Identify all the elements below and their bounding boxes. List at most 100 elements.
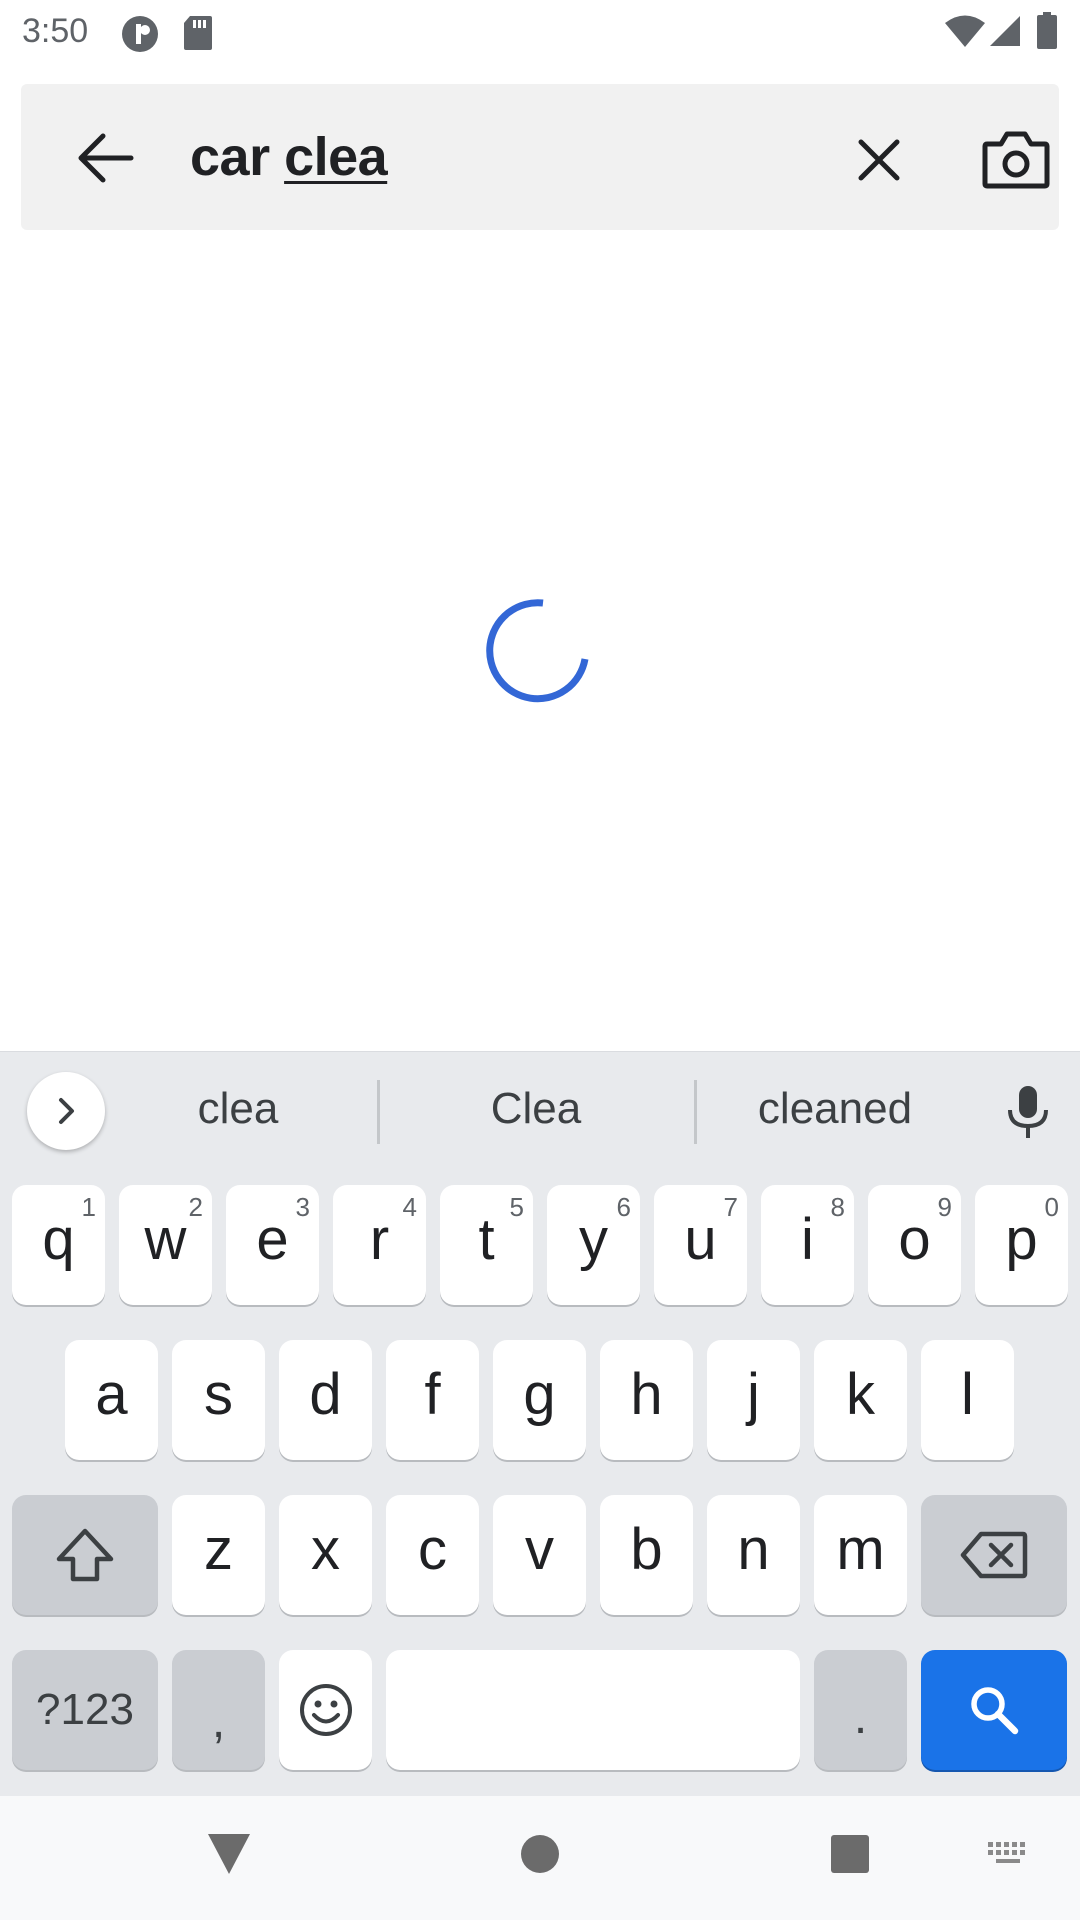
symbols-key[interactable]: ?123 — [12, 1650, 158, 1770]
key-j[interactable]: j — [707, 1340, 800, 1460]
key-label: v — [525, 1517, 554, 1582]
soft-keyboard: clea Clea cleaned q1 w2 e3 r4 t5 y6 u7 i… — [0, 1051, 1080, 1797]
key-hint: 9 — [937, 1192, 952, 1222]
key-label: s — [204, 1362, 233, 1427]
key-hint: 5 — [509, 1192, 524, 1222]
key-label: z — [204, 1517, 233, 1582]
key-label: a — [95, 1362, 128, 1427]
key-hint: 1 — [81, 1192, 96, 1222]
key-hint: 7 — [723, 1192, 738, 1222]
wifi-icon — [945, 15, 985, 47]
battery-icon — [1037, 12, 1057, 49]
key-i[interactable]: i8 — [761, 1185, 854, 1305]
key-hint: 2 — [188, 1192, 203, 1222]
search-query[interactable]: car clea — [190, 126, 388, 188]
status-bar: 3:50 — [0, 0, 1080, 64]
key-hint: 0 — [1044, 1192, 1059, 1222]
backspace-key-face — [921, 1495, 1067, 1615]
key-q[interactable]: q1 — [12, 1185, 105, 1305]
status-time: 3:50 — [22, 12, 89, 50]
data-saver-icon — [122, 16, 158, 52]
search-icon — [971, 1687, 1019, 1735]
suggestion-divider — [377, 1080, 380, 1144]
key-label: m — [836, 1517, 885, 1582]
key-label: g — [523, 1362, 556, 1427]
key-z[interactable]: z — [172, 1495, 265, 1615]
comma-key[interactable]: , — [172, 1650, 265, 1770]
key-o[interactable]: o9 — [868, 1185, 961, 1305]
key-label: j — [747, 1362, 760, 1427]
key-b[interactable]: b — [600, 1495, 693, 1615]
key-label: c — [418, 1517, 447, 1582]
key-f[interactable]: f — [386, 1340, 479, 1460]
camera-icon[interactable] — [981, 128, 1051, 192]
key-x[interactable]: x — [279, 1495, 372, 1615]
suggestion-2[interactable]: Clea — [426, 1084, 646, 1134]
search-key-face — [921, 1650, 1067, 1770]
key-g[interactable]: g — [493, 1340, 586, 1460]
suggestion-3[interactable]: cleaned — [725, 1084, 945, 1134]
emoji-key-face — [279, 1650, 372, 1770]
key-a[interactable]: a — [65, 1340, 158, 1460]
key-c[interactable]: c — [386, 1495, 479, 1615]
key-label: l — [961, 1362, 974, 1427]
key-h[interactable]: h — [600, 1340, 693, 1460]
shift-key-face — [12, 1495, 158, 1615]
expand-toolbar-button[interactable] — [27, 1072, 105, 1150]
key-n[interactable]: n — [707, 1495, 800, 1615]
query-prefix: car — [190, 127, 285, 187]
key-d[interactable]: d — [279, 1340, 372, 1460]
key-label: k — [846, 1362, 875, 1427]
search-key[interactable] — [921, 1650, 1067, 1770]
key-m[interactable]: m — [814, 1495, 907, 1615]
space-key[interactable] — [386, 1650, 800, 1770]
key-label: n — [737, 1517, 770, 1582]
search-bar[interactable]: car clea — [21, 84, 1059, 230]
microphone-icon[interactable] — [1000, 1082, 1056, 1142]
period-key[interactable]: . — [814, 1650, 907, 1770]
home-circle-icon[interactable] — [520, 1834, 560, 1874]
back-triangle-icon[interactable] — [206, 1832, 252, 1876]
key-label: b — [630, 1517, 663, 1582]
key-v[interactable]: v — [493, 1495, 586, 1615]
chevron-right-icon — [59, 1098, 74, 1124]
shift-arrow-icon — [56, 1528, 114, 1582]
back-arrow-icon[interactable] — [71, 124, 139, 192]
key-t[interactable]: t5 — [440, 1185, 533, 1305]
key-y[interactable]: y6 — [547, 1185, 640, 1305]
loading-spinner — [486, 599, 589, 703]
recents-square-icon[interactable] — [830, 1834, 870, 1874]
emoji-icon — [299, 1684, 352, 1736]
key-s[interactable]: s — [172, 1340, 265, 1460]
sd-card-icon — [184, 16, 212, 50]
emoji-key[interactable] — [279, 1650, 372, 1770]
backspace-icon — [960, 1531, 1028, 1579]
key-p[interactable]: p0 — [975, 1185, 1068, 1305]
backspace-key[interactable] — [921, 1495, 1067, 1615]
key-k[interactable]: k — [814, 1340, 907, 1460]
key-u[interactable]: u7 — [654, 1185, 747, 1305]
key-label: f — [424, 1362, 441, 1427]
key-hint: 6 — [616, 1192, 631, 1222]
key-label: d — [309, 1362, 342, 1427]
comma-key-label: , — [211, 1694, 226, 1748]
key-w[interactable]: w2 — [119, 1185, 212, 1305]
cell-signal-icon — [990, 16, 1020, 46]
suggestion-1[interactable]: clea — [128, 1084, 348, 1134]
query-composing: clea — [284, 127, 388, 187]
key-l[interactable]: l — [921, 1340, 1014, 1460]
symbols-key-label: ?123 — [36, 1685, 134, 1734]
system-nav-bar — [0, 1796, 1080, 1920]
shift-key[interactable] — [12, 1495, 158, 1615]
keyboard-switch-icon[interactable] — [986, 1840, 1030, 1870]
key-e[interactable]: e3 — [226, 1185, 319, 1305]
suggestion-strip: clea Clea cleaned — [0, 1052, 1080, 1172]
key-label: h — [630, 1362, 663, 1427]
period-key-label: . — [853, 1690, 868, 1744]
key-r[interactable]: r4 — [333, 1185, 426, 1305]
key-label: x — [311, 1517, 340, 1582]
key-hint: 3 — [295, 1192, 310, 1222]
clear-icon[interactable] — [849, 130, 909, 190]
key-hint: 8 — [830, 1192, 845, 1222]
key-hint: 4 — [402, 1192, 417, 1222]
